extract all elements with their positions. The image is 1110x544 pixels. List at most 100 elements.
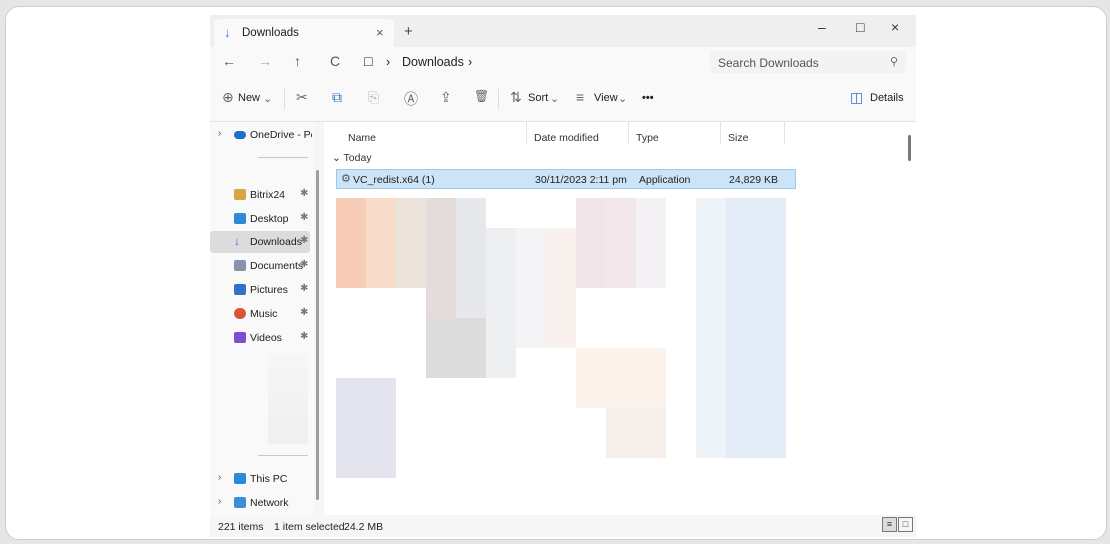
breadcrumb-downloads[interactable]: Downloads [402, 55, 464, 69]
sidebar-item-label: Network [250, 497, 289, 509]
sidebar-item-label: Downloads [250, 236, 302, 248]
refresh-button[interactable]: C [330, 53, 340, 69]
sidebar-item-label: Bitrix24 [250, 189, 286, 201]
pin-icon: ✱ [300, 307, 309, 318]
toolbar-divider [284, 89, 285, 109]
sidebar-item-onedrive[interactable]: › OneDrive - Perso [210, 124, 312, 146]
file-explorer-window: ↓ Downloads × + – □ × ← → ↑ C □ › Downlo… [210, 15, 916, 537]
column-header-date[interactable]: Date modified [534, 132, 599, 144]
details-button[interactable]: Details [870, 92, 904, 104]
minimize-button[interactable]: – [818, 19, 826, 35]
network-icon [234, 497, 246, 508]
documents-icon [234, 260, 246, 271]
file-list: Name Date modified Type Size ⌄ Today ⚙ V… [324, 122, 916, 515]
file-date: 30/11/2023 2:11 pm [535, 174, 627, 186]
tab-close-icon[interactable]: × [376, 25, 384, 40]
status-bar: 221 items 1 item selected 24.2 MB ≡ □ [210, 515, 916, 537]
pin-icon: ✱ [300, 212, 309, 223]
cloud-icon [234, 131, 246, 139]
item-count: 221 items [218, 521, 264, 533]
tiles-view-button[interactable]: □ [898, 517, 913, 532]
sidebar-item-this-pc[interactable]: › This PC [210, 468, 310, 490]
command-bar: ⊕ New ⌄ ✂ ⧉ ⎘ Ⓐ ⇪ 🗑 ⇅ Sort ⌄ ≡ View ⌄ ••… [210, 77, 916, 122]
column-divider [526, 122, 527, 144]
back-button[interactable]: ← [222, 53, 236, 69]
collapse-chevron-icon: ⌄ [332, 152, 341, 164]
videos-icon [234, 332, 246, 343]
sidebar-item-downloads[interactable]: ↓ Downloads ✱ [210, 231, 310, 253]
sidebar-item-label: This PC [250, 473, 288, 485]
copy-icon[interactable]: ⧉ [332, 89, 342, 106]
selection-size: 24.2 MB [344, 521, 384, 533]
details-view-button[interactable]: ≡ [882, 517, 897, 532]
pictures-icon [234, 284, 246, 295]
tab-downloads[interactable]: ↓ Downloads × [214, 19, 394, 47]
file-size: 24,829 KB [729, 174, 779, 186]
share-icon[interactable]: ⇪ [440, 89, 452, 106]
folder-icon [234, 189, 246, 200]
sort-icon: ⇅ [510, 89, 522, 105]
sidebar-scrollbar[interactable] [316, 170, 319, 500]
rename-icon[interactable]: Ⓐ [404, 89, 418, 109]
column-header-name[interactable]: Name [348, 132, 376, 144]
maximize-button[interactable]: □ [856, 19, 864, 35]
view-dropdown-icon: ⌄ [618, 93, 628, 105]
breadcrumb-separator[interactable]: › [468, 55, 472, 69]
close-window-button[interactable]: × [891, 19, 899, 35]
sidebar-item-label: OneDrive - Perso [250, 129, 312, 141]
view-icon: ≡ [576, 89, 585, 105]
content-scrollbar[interactable] [908, 135, 911, 161]
download-icon: ↓ [234, 234, 240, 248]
search-placeholder: Search Downloads [718, 56, 819, 70]
navigation-pane: › OneDrive - Perso Bitrix24 ✱ Desktop ✱ … [210, 122, 314, 515]
file-type: Application [639, 174, 691, 186]
search-icon: ⚲ [889, 56, 898, 68]
sidebar-item-videos[interactable]: Videos ✱ [210, 327, 310, 349]
group-header-today[interactable]: ⌄ Today [332, 152, 372, 164]
monitor-icon: □ [364, 53, 373, 69]
new-dropdown-icon: ⌄ [263, 93, 273, 105]
sidebar-item-bitrix24[interactable]: Bitrix24 ✱ [210, 184, 310, 206]
expand-chevron-icon[interactable]: › [218, 496, 221, 507]
sidebar-item-label: Videos [250, 332, 282, 344]
sidebar-divider [258, 455, 308, 456]
address-bar[interactable]: □ › Downloads › [360, 51, 700, 73]
computer-icon [234, 473, 246, 484]
desktop-icon [234, 213, 246, 224]
paste-icon[interactable]: ⎘ [368, 89, 379, 106]
sidebar-item-desktop[interactable]: Desktop ✱ [210, 208, 310, 230]
sidebar-item-network[interactable]: › Network [210, 492, 310, 514]
forward-button[interactable]: → [258, 53, 272, 69]
sidebar-item-documents[interactable]: Documents ✱ [210, 255, 310, 277]
blurred-file-list [336, 198, 796, 498]
delete-icon[interactable]: 🗑 [474, 89, 489, 103]
download-icon: ↓ [224, 25, 231, 40]
column-header-size[interactable]: Size [728, 132, 748, 144]
column-divider [628, 122, 629, 144]
search-box[interactable]: Search Downloads ⚲ [710, 51, 906, 73]
toolbar-divider [498, 89, 499, 109]
column-divider [720, 122, 721, 144]
pin-icon: ✱ [300, 259, 309, 270]
expand-chevron-icon[interactable]: › [218, 128, 221, 139]
sort-dropdown-icon: ⌄ [550, 93, 560, 105]
column-header-type[interactable]: Type [636, 132, 659, 144]
expand-chevron-icon[interactable]: › [218, 472, 221, 483]
view-button[interactable]: View [594, 92, 618, 104]
up-button[interactable]: ↑ [294, 53, 301, 69]
pin-icon: ✱ [300, 188, 309, 199]
more-options-button[interactable]: ••• [642, 92, 654, 104]
tab-title: Downloads [242, 27, 299, 39]
selection-count: 1 item selected [274, 521, 345, 533]
sidebar-item-label: Desktop [250, 213, 289, 225]
new-tab-button[interactable]: + [404, 23, 413, 40]
new-button[interactable]: New [238, 92, 260, 104]
tab-bar: ↓ Downloads × + – □ × [210, 15, 916, 47]
sidebar-item-pictures[interactable]: Pictures ✱ [210, 279, 310, 301]
cut-icon[interactable]: ✂ [296, 89, 308, 106]
navigation-bar: ← → ↑ C □ › Downloads › Search Downloads… [210, 47, 916, 77]
sort-button[interactable]: Sort [528, 92, 548, 104]
group-label: Today [343, 152, 372, 164]
table-row-selected[interactable]: ⚙ VC_redist.x64 (1) 30/11/2023 2:11 pm A… [336, 169, 796, 189]
sidebar-item-music[interactable]: Music ✱ [210, 303, 310, 325]
